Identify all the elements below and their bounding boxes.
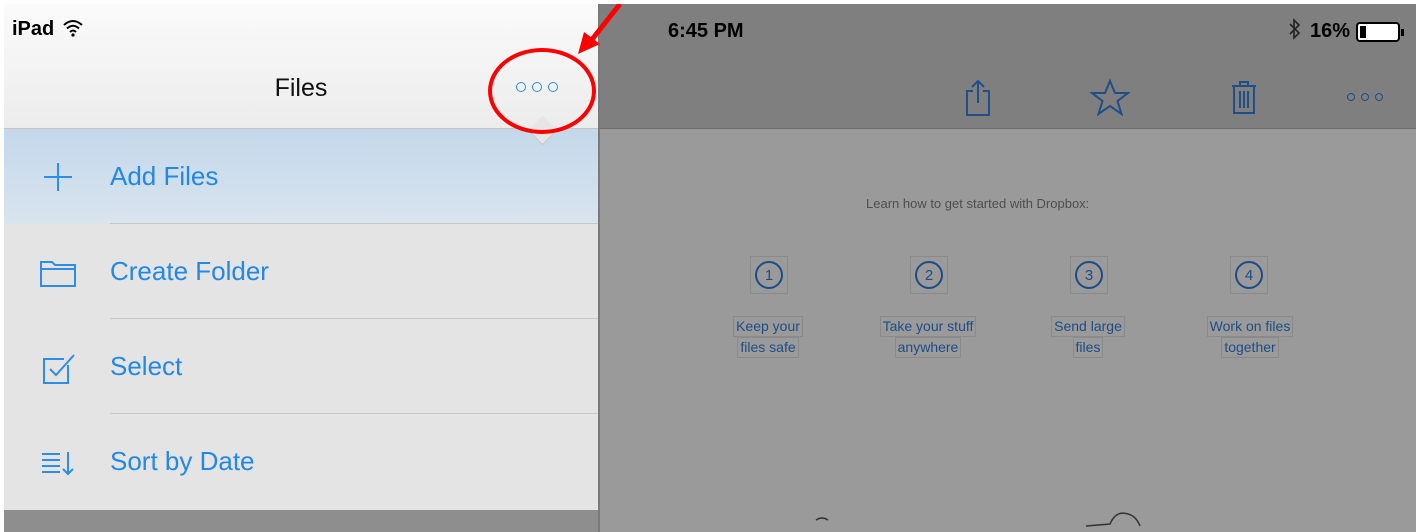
trash-icon[interactable] [1224,66,1264,128]
step-4-label[interactable]: Work on files together [1190,316,1310,358]
more-dots-icon[interactable] [1340,66,1390,128]
step-4-icon: 4 [1230,256,1268,294]
status-time: 6:45 PM [668,20,744,42]
panel-footer [4,510,598,532]
share-icon[interactable] [958,66,998,128]
getting-started-heading: Learn how to get started with Dropbox: [866,196,1090,211]
file-toolbar [600,66,1416,129]
sort-icon [38,442,78,482]
menu-item-label: Sort by Date [110,446,255,476]
step-3-label[interactable]: Send large files [1038,316,1138,358]
folder-icon [38,252,78,292]
menu-item-add-files[interactable]: Add Files [4,129,598,224]
battery-icon [1356,22,1404,42]
menu-item-sort-by-date[interactable]: Sort by Date [4,414,598,509]
device-name: iPad [12,18,55,40]
illustration-icon [815,512,1141,527]
step-1-icon: 1 [750,256,788,294]
step-2-label[interactable]: Take your stuff anywhere [864,316,992,358]
star-icon[interactable] [1088,66,1132,128]
bluetooth-icon [1288,18,1302,46]
menu-item-create-folder[interactable]: Create Folder [4,224,598,319]
annotation-arrow-icon [578,4,622,54]
menu-item-label: Create Folder [110,256,269,286]
battery-percent: 16% [1310,20,1351,42]
step-3-icon: 3 [1070,256,1108,294]
menu-item-label: Add Files [110,161,219,191]
menu-item-select[interactable]: Select [4,319,598,414]
checkbox-icon [38,347,78,387]
step-2-icon: 2 [910,256,948,294]
plus-icon [38,157,78,197]
step-1-label[interactable]: Keep your files safe [720,316,816,358]
wifi-icon [62,18,84,43]
highlight-circle [488,48,596,134]
actions-menu: Add Files Create Folder Select Sort by D… [4,129,598,509]
menu-item-label: Select [110,351,183,381]
ipad-screen: 6:45 PM 16% Learn how to get started wit… [4,4,1416,532]
